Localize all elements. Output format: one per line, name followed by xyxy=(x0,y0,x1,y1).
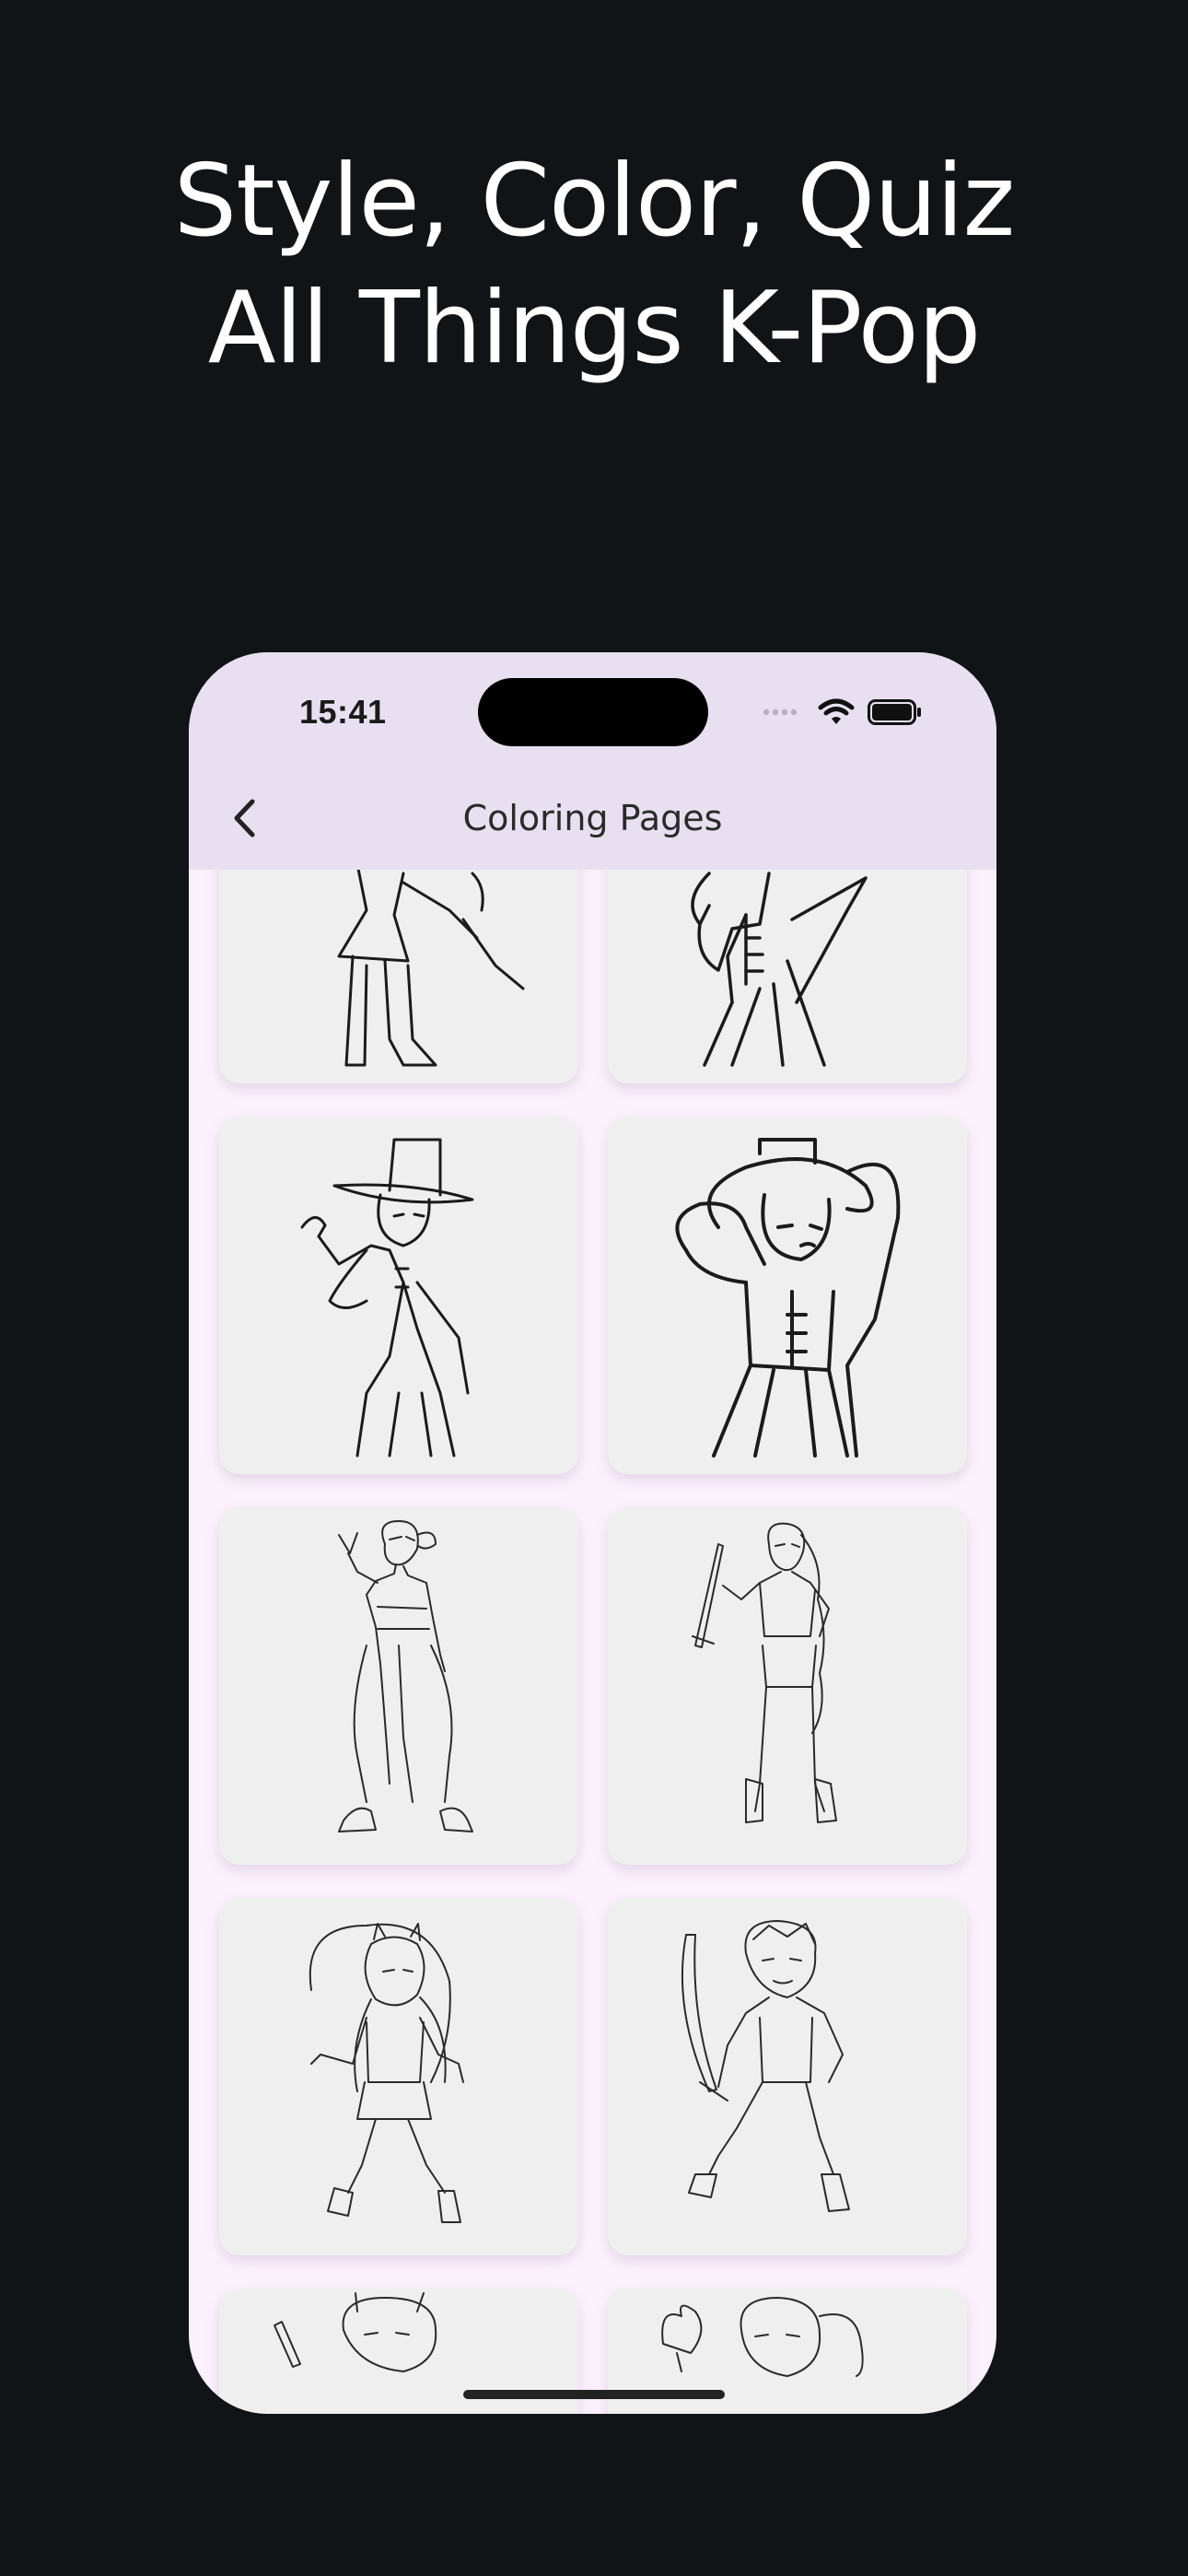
coloring-page-5[interactable] xyxy=(219,1507,578,1865)
coloring-page-2[interactable] xyxy=(608,870,967,1083)
status-icons xyxy=(763,698,923,726)
coloring-page-8[interactable] xyxy=(608,1898,967,2255)
phone-frame: 15:41 Coloring Pages xyxy=(189,652,996,2414)
coloring-page-3[interactable] xyxy=(219,1117,578,1474)
headline-line-2: All Things K-Pop xyxy=(207,271,982,386)
coloring-page-6[interactable] xyxy=(608,1507,967,1865)
dynamic-island xyxy=(478,678,708,746)
status-time: 15:41 xyxy=(299,693,387,731)
coloring-page-7[interactable] xyxy=(219,1898,578,2255)
home-indicator[interactable] xyxy=(463,2390,725,2399)
nav-title: Coloring Pages xyxy=(462,798,723,838)
coloring-pages-grid[interactable] xyxy=(189,870,996,2414)
coloring-page-4[interactable] xyxy=(608,1117,967,1474)
headline: Style, Color, Quiz All Things K-Pop xyxy=(0,138,1188,392)
wifi-icon xyxy=(818,698,855,724)
headline-line-1: Style, Color, Quiz xyxy=(173,144,1016,259)
signal-icon xyxy=(763,708,798,716)
battery-icon xyxy=(868,699,921,725)
top-bar: 15:41 Coloring Pages xyxy=(189,652,996,870)
coloring-page-1[interactable] xyxy=(219,870,578,1083)
